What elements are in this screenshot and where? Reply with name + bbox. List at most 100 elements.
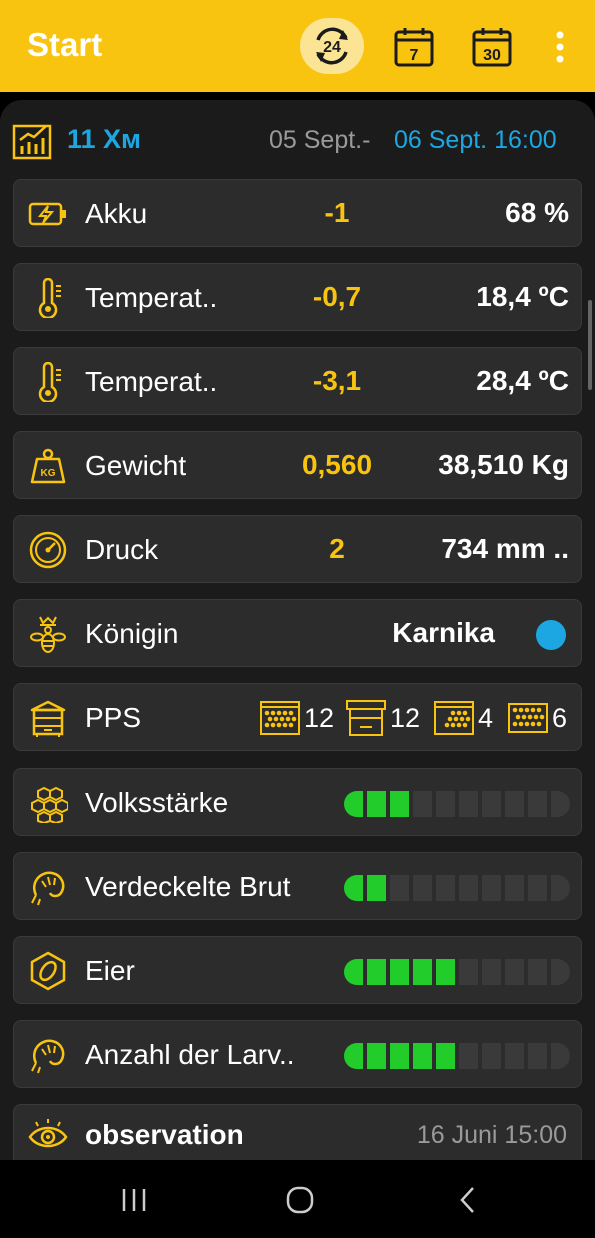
- rating-row-eggs[interactable]: Eier: [13, 936, 582, 1004]
- queen-bee-icon: [30, 616, 66, 653]
- battery-charging-icon: [28, 202, 66, 226]
- rating-segment: [390, 875, 409, 901]
- observation-date: 16 Juni 15:00: [416, 1121, 567, 1149]
- rating-bar: [344, 791, 572, 817]
- sensor-label: Temperat..: [85, 366, 218, 397]
- rating-row-larvae[interactable]: Anzahl der Larv..: [13, 1020, 582, 1088]
- sensor-row-temperature-2[interactable]: Temperat.. -3,1 28,4 ºC: [13, 347, 582, 415]
- larva-icon: [31, 1039, 65, 1074]
- queen-breed: Karnika: [392, 617, 495, 648]
- rotate-24h-button[interactable]: 24: [300, 18, 364, 74]
- rating-segment: [344, 875, 363, 901]
- sensor-label: Druck: [85, 534, 159, 565]
- page-title: Start: [27, 26, 103, 63]
- calendar-30-icon: 30: [472, 28, 512, 67]
- sensor-value: 18,4 ºC: [476, 281, 569, 312]
- calendar-30-button[interactable]: 30: [461, 18, 523, 76]
- rating-segment: [505, 791, 524, 817]
- label-24: 24: [323, 39, 341, 56]
- sensor-delta: 2: [329, 533, 345, 564]
- system-nav-bar: [0, 1160, 595, 1238]
- recent-apps-icon: [122, 1189, 146, 1211]
- label-30: 30: [483, 47, 501, 64]
- pps-label: PPS: [85, 702, 142, 733]
- sensor-label: Akku: [85, 198, 148, 229]
- label-7: 7: [410, 47, 419, 64]
- rating-label: Eier: [85, 955, 135, 986]
- rating-row-colony-strength[interactable]: Volksstärke: [13, 768, 582, 836]
- rating-segment: [528, 875, 547, 901]
- observation-row[interactable]: observation 16 Juni 15:00: [13, 1104, 582, 1160]
- more-options-button[interactable]: [530, 18, 590, 76]
- rating-segment: [505, 959, 524, 985]
- rating-segment: [459, 875, 478, 901]
- home-button[interactable]: [270, 1180, 330, 1220]
- period-to: 06 Sept. 16:00: [394, 126, 557, 154]
- rating-segment: [528, 791, 547, 817]
- rating-segment: [459, 959, 478, 985]
- sensor-row-pressure[interactable]: Druck 2 734 mm ..: [13, 515, 582, 583]
- calendar-7-button[interactable]: 7: [383, 18, 445, 76]
- rating-bar: [344, 875, 572, 901]
- hive-detail-panel: 11 Хм 05 Sept.- 06 Sept. 16:00 Akku -1 6…: [0, 100, 595, 1160]
- thermometer-icon: [38, 362, 61, 402]
- svg-text:KG: KG: [41, 468, 56, 479]
- rating-segment: [459, 791, 478, 817]
- sensor-row-weight[interactable]: KG Gewicht 0,560 38,510 Kg: [13, 431, 582, 499]
- pps-item: 4: [434, 698, 493, 738]
- observation-title: observation: [85, 1119, 244, 1150]
- sensor-row-temperature-1[interactable]: Temperat.. -0,7 18,4 ºC: [13, 263, 582, 331]
- rating-segment: [367, 791, 386, 817]
- rating-segment: [528, 959, 547, 985]
- rating-segment: [482, 1043, 501, 1069]
- sensor-delta: -0,7: [312, 281, 362, 312]
- rating-label: Anzahl der Larv..: [85, 1039, 295, 1070]
- gauge-icon: [29, 531, 67, 569]
- sensor-label: Temperat..: [85, 282, 218, 313]
- back-icon: [460, 1187, 474, 1213]
- rating-label: Volksstärke: [85, 787, 229, 818]
- hive-box-icon: [346, 700, 386, 736]
- larva-icon: [31, 871, 65, 906]
- scrollbar[interactable]: [588, 300, 592, 390]
- rating-segment: [367, 1043, 386, 1069]
- rating-segment: [413, 959, 432, 985]
- sensor-row-battery[interactable]: Akku -1 68 %: [13, 179, 582, 247]
- queen-row[interactable]: Königin Karnika: [13, 599, 582, 667]
- rating-segment: [436, 875, 455, 901]
- rating-segment: [436, 1043, 455, 1069]
- thermometer-icon: [38, 278, 61, 318]
- rating-row-capped-brood[interactable]: Verdeckelte Brut: [13, 852, 582, 920]
- rating-segment: [436, 959, 455, 985]
- rating-segment: [551, 959, 570, 985]
- recent-apps-button[interactable]: [104, 1180, 164, 1220]
- pps-count: 12: [390, 702, 421, 733]
- chart-icon: [12, 124, 52, 160]
- rating-segment: [436, 791, 455, 817]
- rating-segment: [459, 1043, 478, 1069]
- more-vert-icon: [556, 31, 564, 63]
- sensor-value: 68 %: [505, 197, 569, 228]
- back-button[interactable]: [438, 1180, 498, 1220]
- queen-label: Königin: [85, 618, 179, 649]
- rating-segment: [413, 1043, 432, 1069]
- rating-segment: [551, 1043, 570, 1069]
- pps-row[interactable]: PPS 12 12 4 6: [13, 683, 582, 751]
- rating-segment: [390, 959, 409, 985]
- rating-segment: [551, 875, 570, 901]
- queen-color-dot: [536, 620, 566, 650]
- sensor-value: 28,4 ºC: [476, 365, 569, 396]
- pps-counts: 12 12 4 6: [260, 698, 580, 738]
- rating-segment: [344, 1043, 363, 1069]
- sensor-value: 734 mm ..: [441, 533, 569, 564]
- calendar-7-icon: 7: [394, 28, 434, 67]
- sensor-label: Gewicht: [85, 450, 187, 481]
- rating-segment: [413, 875, 432, 901]
- sensor-delta: 0,560: [301, 449, 373, 480]
- rating-bar: [344, 959, 572, 985]
- pps-item: 12: [346, 698, 420, 738]
- pps-count: 12: [304, 702, 335, 733]
- period-from: 05 Sept.-: [269, 126, 371, 154]
- period-header[interactable]: 11 Хм 05 Sept.- 06 Sept. 16:00: [12, 120, 587, 162]
- rating-segment: [367, 875, 386, 901]
